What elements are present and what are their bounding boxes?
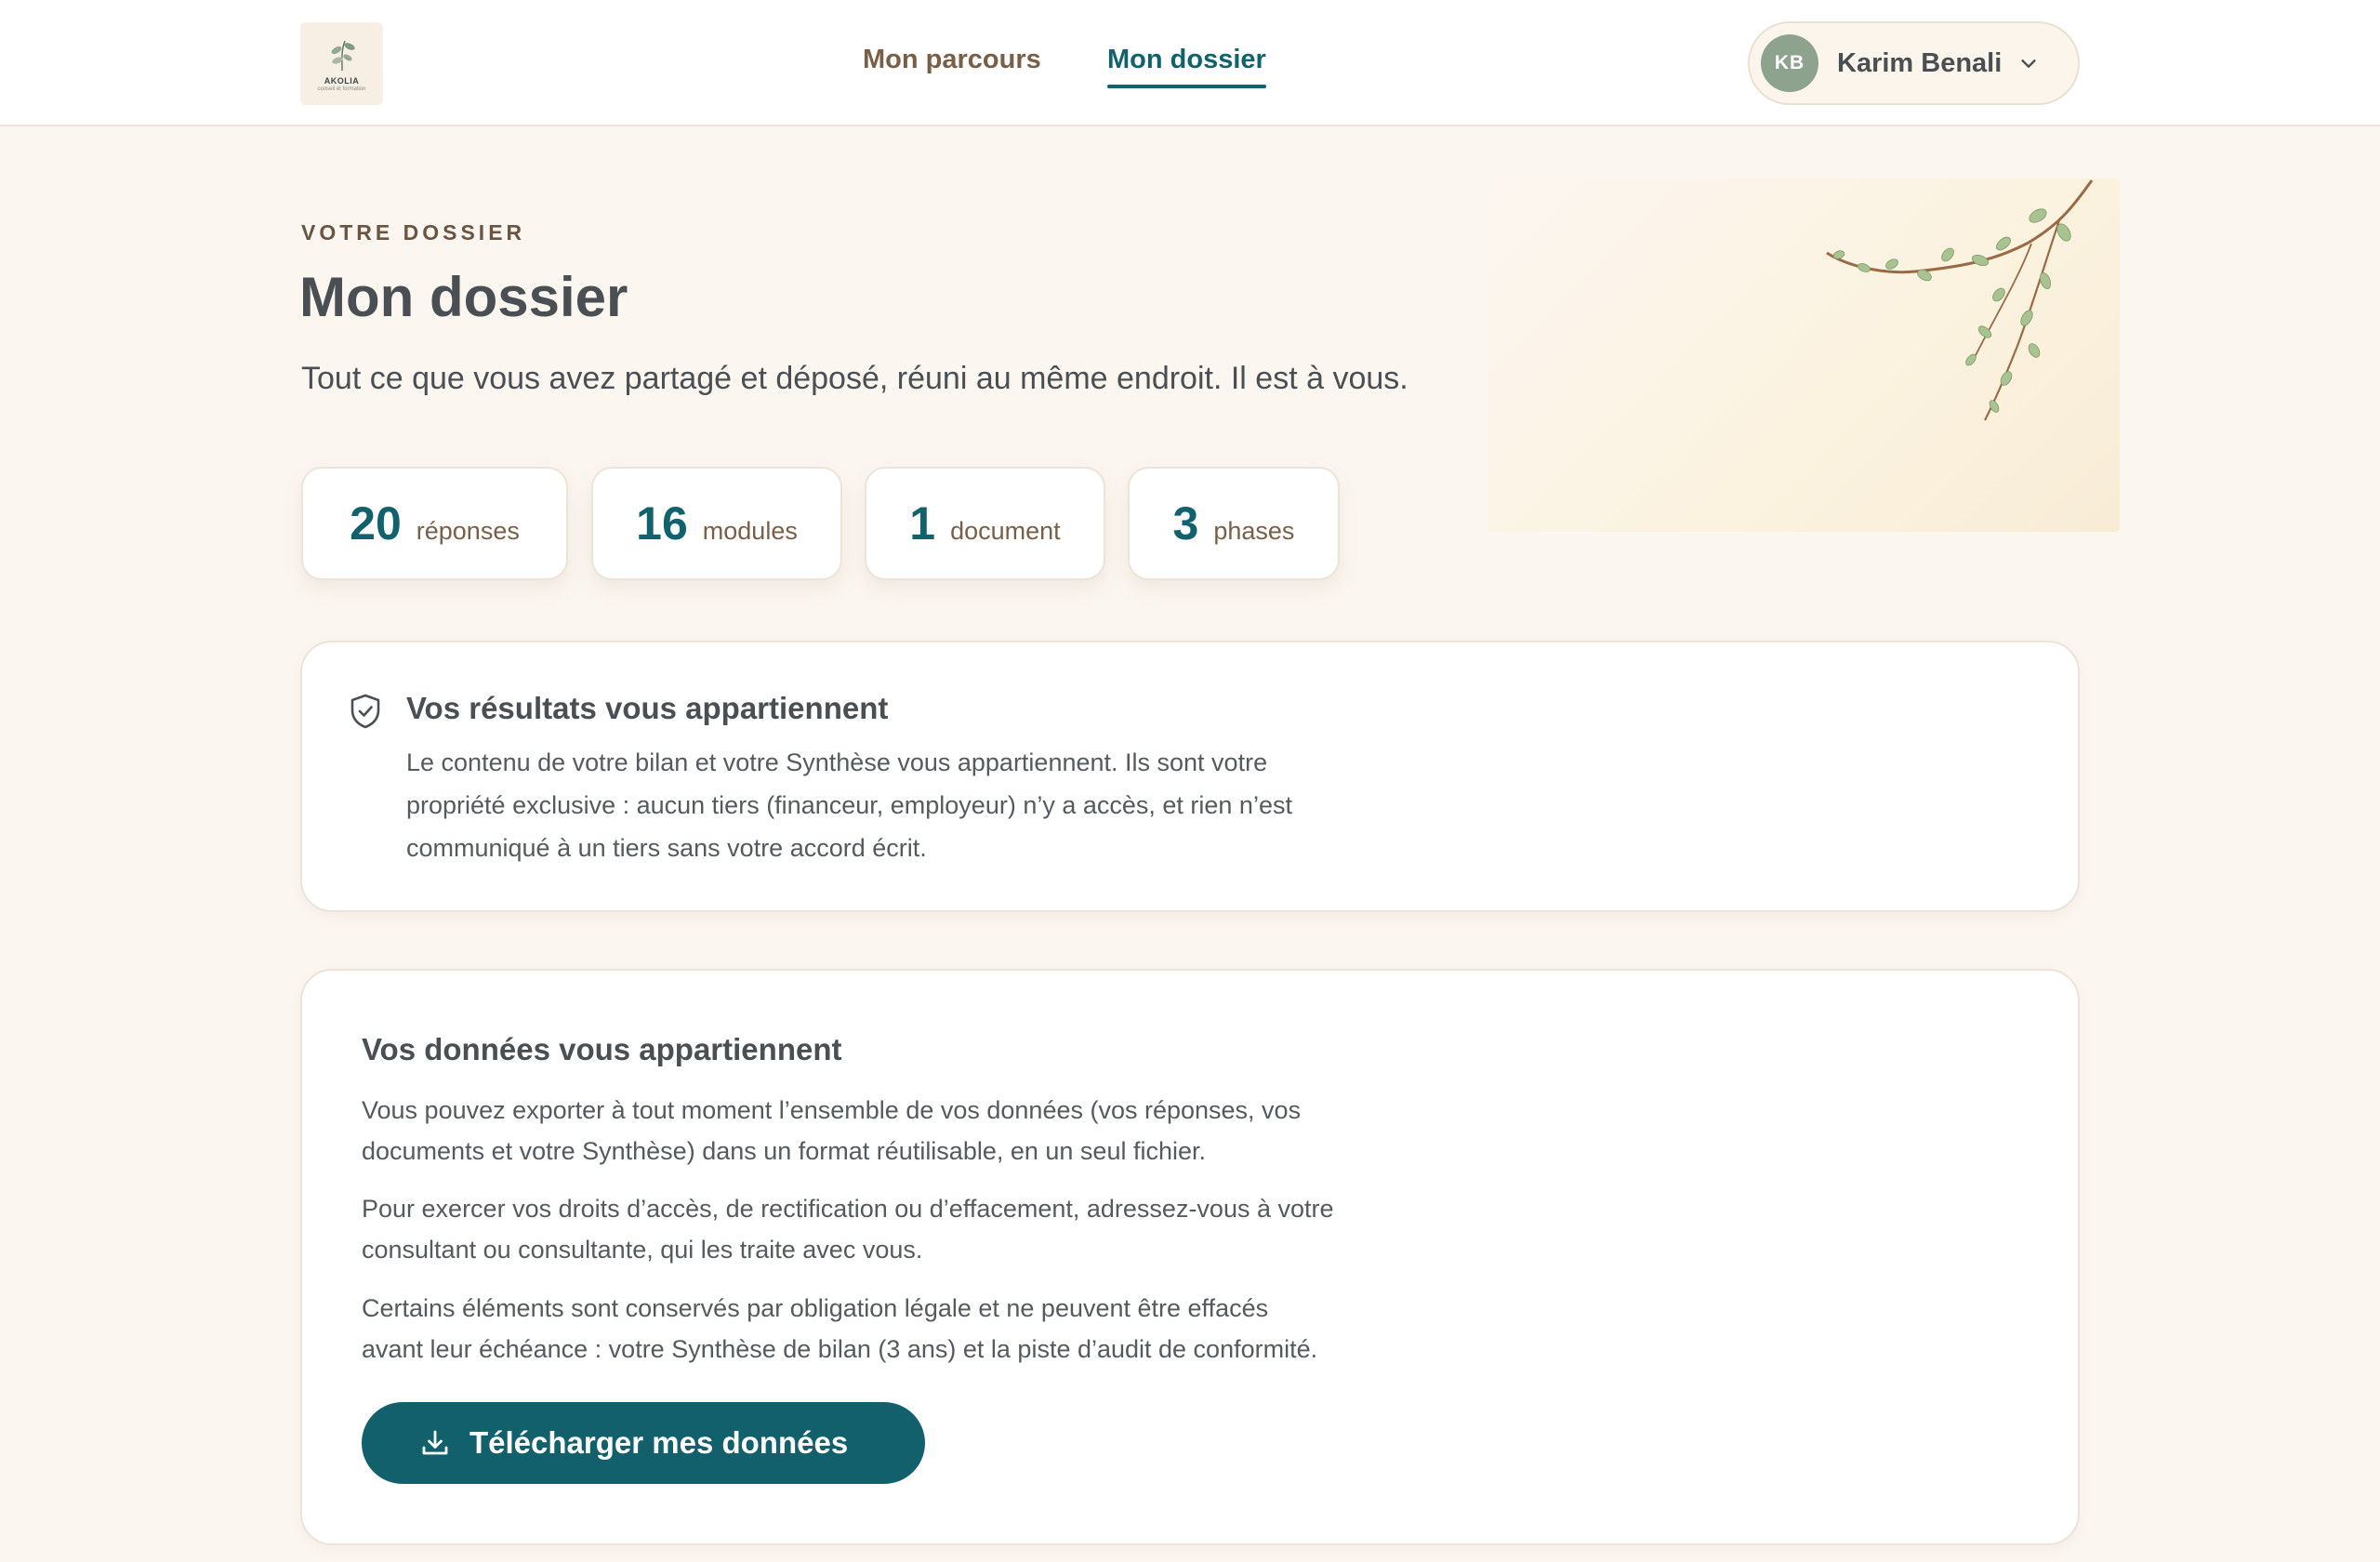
ownership-card-line: Le contenu de votre bilan et votre Synth… bbox=[406, 748, 1268, 776]
stat-modules: 16 modules bbox=[591, 467, 842, 580]
akolia-logo[interactable]: AKOLIA conseil et formation bbox=[300, 22, 383, 105]
nav-mon-parcours[interactable]: Mon parcours bbox=[863, 45, 1041, 75]
logo-name: AKOLIA bbox=[324, 76, 360, 86]
top-bar: AKOLIA conseil et formation Mon parcours… bbox=[0, 0, 2380, 126]
data-card-line: Vous pouvez exporter à tout moment l’ens… bbox=[362, 1096, 1302, 1124]
branch-illustration bbox=[1488, 179, 2120, 532]
nav-mon-dossier[interactable]: Mon dossier bbox=[1107, 45, 1266, 88]
data-card-line: Pour exercer vos droits d’accès, de rect… bbox=[362, 1195, 1334, 1223]
data-card-line: consultant ou consultante, qui les trait… bbox=[362, 1236, 923, 1264]
stat-phases: 3 phases bbox=[1128, 467, 1340, 580]
ownership-card: Vos résultats vous appartiennent Le cont… bbox=[300, 641, 2080, 912]
data-card-title: Vos données vous appartiennent bbox=[362, 1032, 842, 1066]
data-card-line: documents et votre Synthèse) dans un for… bbox=[362, 1137, 1206, 1165]
ownership-card-title: Vos résultats vous appartiennent bbox=[406, 691, 889, 725]
stat-value: 3 bbox=[1172, 497, 1199, 549]
download-icon bbox=[422, 1430, 448, 1455]
page-eyebrow: VOTRE DOSSIER bbox=[301, 220, 526, 245]
download-data-button[interactable]: Télécharger mes données bbox=[362, 1402, 925, 1484]
data-rights-card: Vos données vous appartiennent Vous pouv… bbox=[300, 969, 2080, 1545]
branch-icon bbox=[1826, 179, 2094, 421]
user-name: Karim Benali bbox=[1837, 47, 2003, 78]
data-card-line: Certains éléments sont conservés par obl… bbox=[362, 1294, 1269, 1322]
data-card-line: avant leur échéance : votre Synthèse de … bbox=[362, 1335, 1318, 1363]
stat-label: phases bbox=[1213, 517, 1295, 545]
stat-document: 1 document bbox=[865, 467, 1105, 580]
ownership-card-line: propriété exclusive : aucun tiers (finan… bbox=[406, 791, 1292, 819]
stat-label: réponses bbox=[416, 517, 520, 545]
user-menu-button[interactable]: KB Karim Benali bbox=[1748, 21, 2080, 105]
stat-value: 20 bbox=[350, 497, 402, 549]
page-subtitle: Tout ce que vous avez partagé et déposé,… bbox=[301, 361, 1408, 396]
ownership-card-line: communiqué à un tiers sans votre accord … bbox=[406, 834, 927, 862]
data-card-paragraph-retention: Certains éléments sont conservés par obl… bbox=[362, 1288, 1366, 1370]
avatar: KB bbox=[1761, 34, 1818, 92]
data-card-paragraph-export: Vous pouvez exporter à tout moment l’ens… bbox=[362, 1090, 1366, 1172]
stat-label: document bbox=[950, 517, 1061, 545]
leaf-logo-icon bbox=[331, 40, 355, 72]
data-card-paragraph-rights: Pour exercer vos droits d’accès, de rect… bbox=[362, 1188, 1366, 1270]
logo-tagline: conseil et formation bbox=[317, 86, 366, 92]
stat-label: modules bbox=[702, 517, 798, 545]
chevron-down-icon bbox=[2018, 53, 2039, 73]
stat-responses: 20 réponses bbox=[301, 467, 568, 580]
shield-check-icon bbox=[350, 694, 380, 729]
download-button-label: Télécharger mes données bbox=[469, 1425, 849, 1460]
stat-value: 1 bbox=[909, 497, 936, 549]
stat-value: 16 bbox=[636, 497, 688, 549]
page-title: Mon dossier bbox=[299, 266, 628, 328]
ownership-card-body: Le contenu de votre bilan et votre Synth… bbox=[406, 741, 1336, 869]
